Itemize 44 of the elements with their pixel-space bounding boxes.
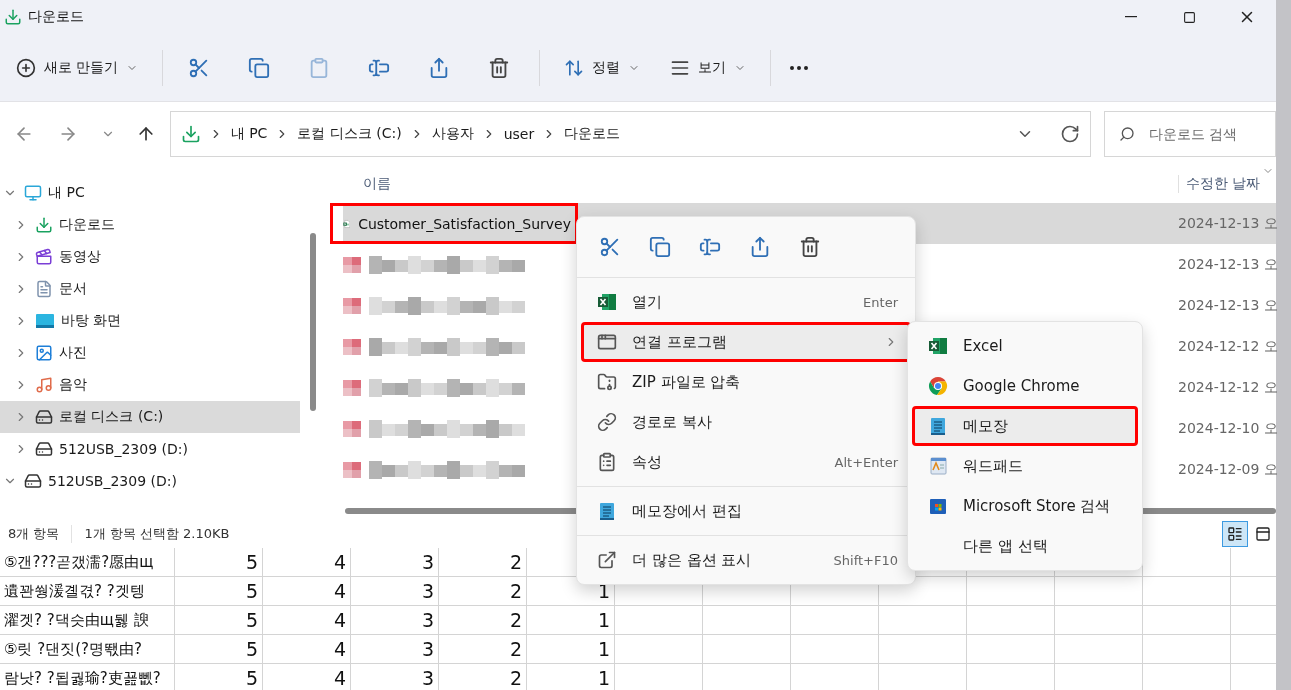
table-cell-text: 1 [596, 666, 611, 690]
table-cell-text: 2 [508, 579, 523, 604]
file-date: 2024-12-13 오 [1178, 296, 1276, 315]
tree-item-label: 512USB_2309 (D:) [59, 441, 188, 457]
file-date: 2024-12-13 오 [1178, 255, 1276, 274]
tree-item-label: 다운로드 [59, 216, 115, 234]
tree-item-label: 문서 [59, 280, 87, 298]
table-cell-text: 4 [332, 637, 347, 662]
table-cell-text: 2 [508, 666, 523, 690]
table-cell-text: 1 [596, 608, 611, 633]
file-date: 2024-12-10 오 [1178, 419, 1276, 438]
tree-item-label: 바탕 화면 [61, 312, 122, 330]
file-date: 2024-12-12 오 [1178, 378, 1276, 397]
file-date: 2024-12-13 오 [1178, 214, 1276, 233]
table-cell-text: 4 [332, 550, 347, 575]
tree-item-label: 음악 [59, 376, 87, 394]
table-cell-text: 3 [420, 550, 435, 575]
table-cell-text: 5 [244, 608, 259, 633]
table-cell-text: 5 [244, 550, 259, 575]
tree-item-label: 내 PC [48, 184, 85, 202]
table-cell-text: 3 [420, 608, 435, 633]
table-cell-text: 5 [244, 666, 259, 690]
table-cell-text: 4 [332, 608, 347, 633]
item-count: 8개 항목 [8, 525, 73, 543]
tree-item-label: 사진 [59, 344, 87, 362]
window-title: 다운로드 [28, 8, 84, 26]
file-date: 2024-12-12 오 [1178, 337, 1276, 356]
table-cell-text: 5 [244, 637, 259, 662]
tree-item-label: 로컬 디스크 (C:) [59, 408, 164, 426]
table-cell-text: 3 [420, 637, 435, 662]
selection-info: 1개 항목 선택함 2.10KB [84, 525, 231, 543]
table-cell-text: 2 [508, 550, 523, 575]
table-cell-text: 4 [332, 666, 347, 690]
tree-item-label: 512USB_2309 (D:) [48, 473, 177, 489]
file-date: 2024-12-09 오 [1178, 460, 1276, 479]
table-cell-text: 1 [596, 637, 611, 662]
table-cell-text: 3 [420, 666, 435, 690]
table-cell-text: 5 [244, 579, 259, 604]
table-cell-text: 2 [508, 608, 523, 633]
table-cell-text: 4 [332, 579, 347, 604]
table-cell-text: 3 [420, 579, 435, 604]
file-name: Customer_Satisfaction_Survey [358, 215, 571, 232]
tree-item-label: 동영상 [59, 248, 101, 266]
table-cell-text: 2 [508, 637, 523, 662]
